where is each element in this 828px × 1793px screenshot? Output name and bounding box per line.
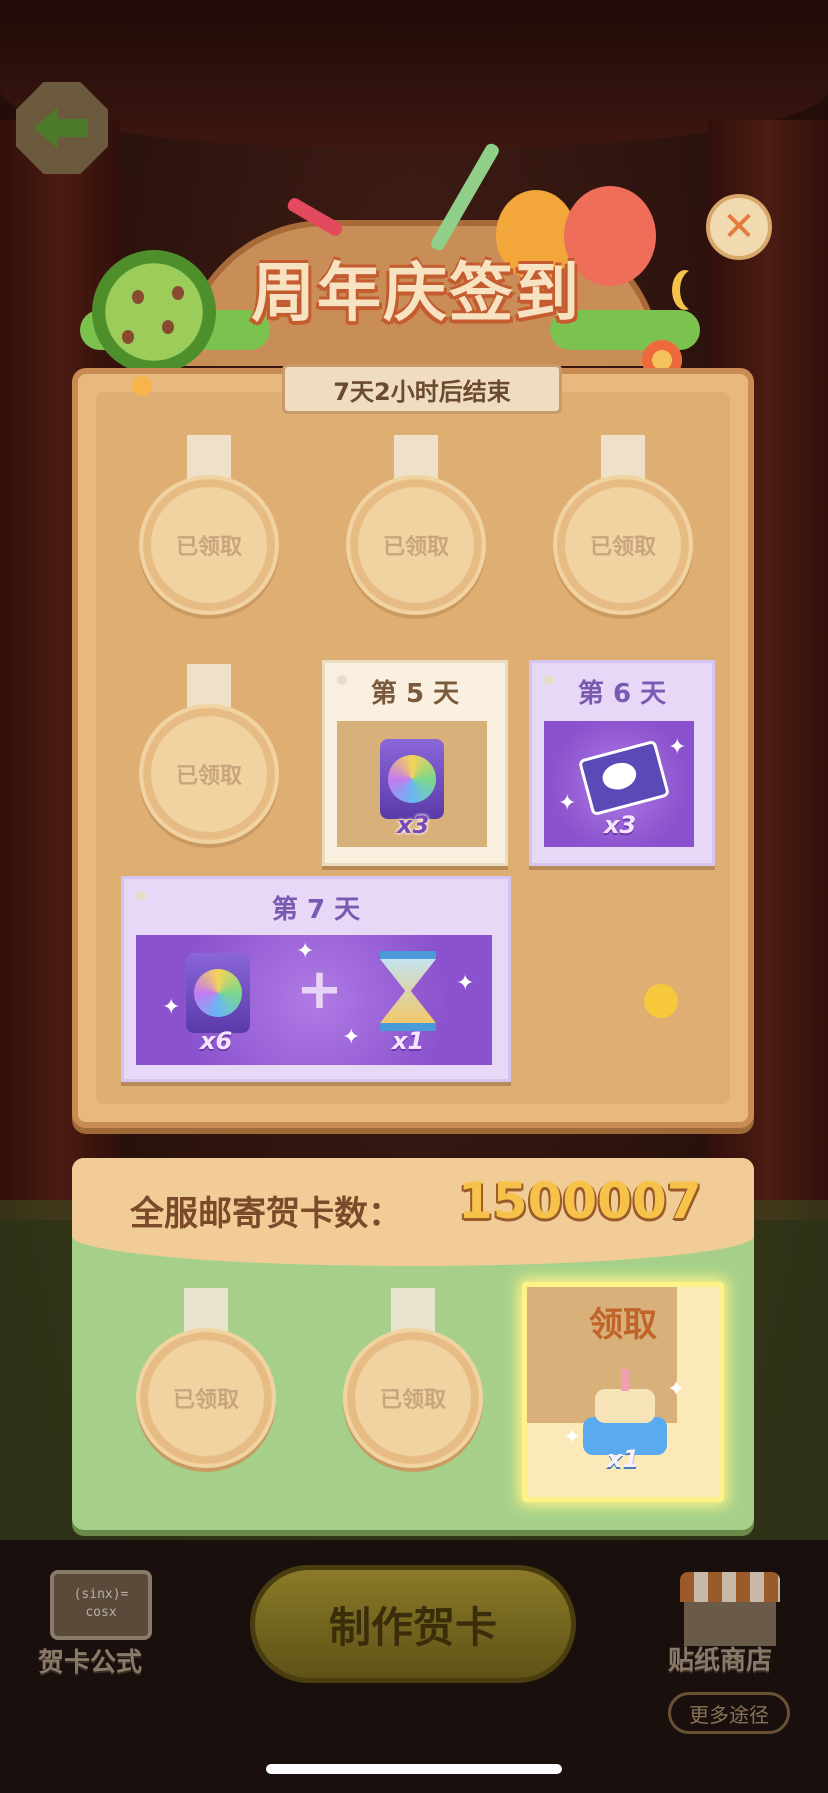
day-6-card[interactable]: 第 6 天 ✦ ✦ x3 [529, 660, 715, 866]
claimed-label: 已领取 [382, 535, 449, 560]
sparkle-icon: ✦ [342, 1025, 361, 1050]
day-6-title: 第 6 天 [577, 679, 667, 709]
sparkle-icon: ✦ [162, 995, 181, 1020]
medal-disc: 已领取 [136, 1328, 276, 1468]
day-6-reward-art: ✦ ✦ x3 [544, 721, 694, 847]
sparkle-icon: ✦ [668, 735, 687, 760]
day-3-claimed-medal: 已领取 [553, 435, 693, 615]
claimed-label: 已领取 [379, 1388, 446, 1413]
hourglass-icon [380, 951, 436, 1031]
claim-qty: x1 [607, 1445, 640, 1473]
claim-reward-card[interactable]: 领取 ✦ ✦ x1 [522, 1282, 724, 1502]
day-7-title: 第 7 天 [271, 895, 361, 925]
formula-label: 贺卡公式 [38, 1648, 143, 1678]
mail-count-value: 1500007 [458, 1172, 702, 1230]
medal-disc: 已领取 [343, 1328, 483, 1468]
claimed-label: 已领取 [175, 535, 242, 560]
day-2-claimed-medal: 已领取 [346, 435, 486, 615]
dot-decoration [644, 984, 678, 1018]
sparkle-icon: ✦ [296, 939, 315, 964]
event-timer: 7天2小时后结束 [282, 364, 562, 414]
medal-disc: 已领取 [346, 475, 486, 615]
day-5-title: 第 5 天 [370, 679, 460, 709]
sticker-shop-button[interactable]: 贴纸商店 [668, 1572, 790, 1676]
day-7-qty-2: x1 [392, 1027, 425, 1055]
close-icon: ✕ [722, 204, 756, 250]
dot-decoration [132, 376, 152, 396]
claim-button-label: 领取 [589, 1305, 657, 1345]
moon-decoration [680, 270, 706, 310]
sticker-coin-pack-icon [186, 953, 250, 1033]
day-7-reward-art: x6 + x1 ✦ ✦ ✦ ✦ [136, 935, 492, 1065]
milestone-2-claimed-medal: 已领取 [343, 1288, 483, 1468]
medal-disc: 已领取 [553, 475, 693, 615]
medal-disc: 已领取 [139, 704, 279, 844]
photo-cards-icon [577, 739, 671, 817]
claimed-label: 已领取 [172, 1388, 239, 1413]
title-banner: 周年庆签到 [80, 141, 740, 380]
mail-count-label: 全服邮寄贺卡数： [130, 1194, 402, 1234]
close-button[interactable]: ✕ [706, 194, 772, 260]
day-7-card[interactable]: 第 7 天 x6 + x1 ✦ ✦ ✦ ✦ [121, 876, 511, 1082]
medal-disc: 已领取 [139, 475, 279, 615]
watermelon-decoration [92, 250, 216, 374]
back-arrow-icon [34, 107, 88, 149]
day-4-claimed-medal: 已领取 [139, 664, 279, 844]
shop-awning-icon [680, 1572, 780, 1602]
day-1-claimed-medal: 已领取 [139, 435, 279, 615]
shop-label: 贴纸商店 [668, 1646, 773, 1676]
card-formula-button[interactable]: (sinx)= cosx 贺卡公式 [36, 1570, 166, 1680]
chalkboard-icon: (sinx)= cosx [50, 1570, 152, 1640]
home-indicator[interactable] [266, 1764, 562, 1774]
claimed-label: 已领取 [175, 764, 242, 789]
sticker-coin-pack-icon [380, 739, 444, 819]
day-7-qty-1: x6 [200, 1027, 233, 1055]
plus-icon: + [296, 957, 343, 1022]
sparkle-icon: ✦ [667, 1377, 686, 1402]
day-5-qty: x3 [397, 811, 430, 839]
day-6-qty: x3 [604, 811, 637, 839]
page-title: 周年庆签到 [251, 257, 581, 331]
milestone-1-claimed-medal: 已领取 [136, 1288, 276, 1468]
day-5-reward-art: x3 [337, 721, 487, 847]
make-card-button[interactable]: 制作贺卡 [250, 1565, 576, 1683]
day-5-card[interactable]: 第 5 天 x3 [322, 660, 508, 866]
sparkle-icon: ✦ [558, 791, 577, 816]
sparkle-icon: ✦ [456, 971, 475, 996]
more-ways-button[interactable]: 更多途径 [668, 1692, 790, 1734]
claimed-label: 已领取 [589, 535, 656, 560]
sparkle-icon: ✦ [563, 1425, 582, 1450]
